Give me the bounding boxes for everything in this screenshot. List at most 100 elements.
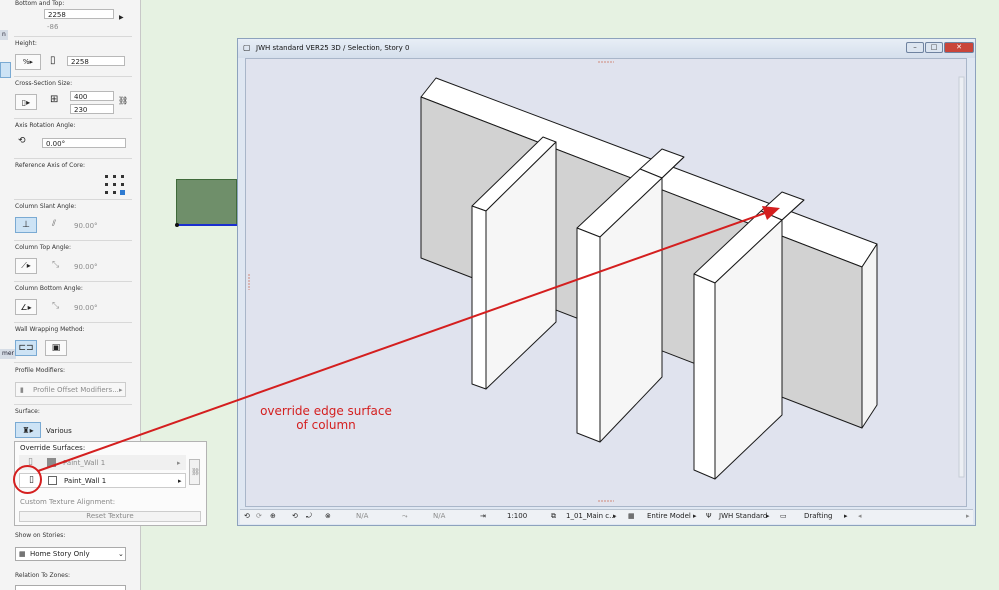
chevron-right-icon: ▸ [177,459,181,467]
minimize-button[interactable]: – [906,42,924,53]
relation-zones-select[interactable] [15,585,126,590]
top-angle-mode-button[interactable]: ⟋▸ [15,258,37,274]
chevron-right-icon[interactable]: ▸ [693,512,697,520]
profile-button-label: Profile Offset Modifiers... [33,386,119,394]
wrapping-label: Wall Wrapping Method: [15,326,85,333]
orbit-icon[interactable]: ⟲ [292,512,298,520]
rotation-icon: ⟲ [18,136,26,146]
height-label: Height: [15,40,37,47]
height-mode-button[interactable]: %▸ [15,54,41,70]
top-angle-label: Column Top Angle: [15,244,72,251]
bottom-top-sub: -86 [47,23,59,31]
scroll-left-icon[interactable]: ◂ [858,512,862,520]
undo-icon[interactable]: ⟲ [244,512,250,520]
reference-axis-label: Reference Axis of Core: [15,162,86,169]
profile-icon: ▮ [20,386,24,394]
bottom-angle-dim-icon: ⤡ [52,301,60,311]
side-selector[interactable] [0,62,11,78]
window-title: JWH standard VER25 3D / Selection, Story… [256,44,410,52]
paint-bucket-icon: ♜▸ [22,425,34,435]
redo-view-icon[interactable]: ⤳ [402,512,408,521]
show-on-stories-value: Home Story Only [30,550,90,558]
annotation-text: override edge surface of column [240,404,412,432]
chevron-right-icon: ▸ [178,477,182,485]
fin1-side-face [471,205,487,390]
cross-height-field[interactable]: 230 [70,104,114,114]
reference-axis-grid[interactable] [104,174,126,196]
override-row-2[interactable]: ▯ Paint_Wall 1 ▸ [19,473,186,488]
cross-section-shape-button[interactable]: ▯▸ [15,94,37,110]
axis-rotation-field[interactable]: 0.00° [42,138,126,148]
zoom-in-icon[interactable]: ⊕ [270,512,276,520]
override-row-2-label: Paint_Wall 1 [64,477,107,485]
chevron-right-icon[interactable]: ▶ [119,14,124,21]
close-button[interactable]: ✕ [944,42,974,53]
maximize-button[interactable]: □ [925,42,943,53]
profile-label: Profile Modifiers: [15,367,65,374]
model-view[interactable]: Entire Model [647,512,691,520]
bottom-angle-value: 90.00° [74,304,98,312]
layer-combination[interactable]: 1_01_Main c... [566,512,616,520]
upright-column-button[interactable]: ⊥ [15,217,37,233]
height-field[interactable]: 2258 [67,56,125,66]
slanted-column-icon[interactable]: ⫽ [52,219,56,229]
rectangle-icon: ▯▸ [21,97,31,107]
override-row-1[interactable]: ▯ Paint_Wall 1 ▸ [19,455,186,470]
bottom-angle-mode-button[interactable]: ∠▸ [15,299,37,315]
pen-set-icon: Ψ [706,512,712,520]
model-view-icon: ▦ [628,512,635,520]
wall-end-face [861,243,878,429]
drafting-icon: ▭ [780,512,787,520]
bottom-top-field[interactable]: 2258 [44,9,114,19]
layer-icon: ⧉ [551,512,556,520]
panel-tab-n[interactable]: n [0,30,8,40]
fin2-side-face [576,227,601,443]
override-row-1-label: Paint_Wall 1 [63,459,106,467]
slant-angle-value: 90.00° [74,222,98,230]
axis-rotation-label: Axis Rotation Angle: [15,122,76,129]
top-angle-icon: ⟋▸ [21,261,31,270]
panel-tab-mer[interactable]: mer [0,349,17,359]
rotate-icon[interactable]: ⤾ [306,512,312,521]
surface-button[interactable]: ♜▸ [15,422,41,438]
surface-value: Various [46,427,72,435]
upright-column-icon: ⊥ [22,220,30,230]
link-surfaces-button[interactable]: ⛓ [189,459,200,485]
reset-texture-label: Reset Texture [86,512,134,520]
surface-swatch-white [48,476,57,485]
plan-column-element[interactable] [176,179,237,225]
show-on-stories-label: Show on Stories: [15,532,66,539]
show-on-stories-select[interactable]: ▦ Home Story Only ⌄ [15,547,126,561]
pen-set[interactable]: JWH Standard [719,512,767,520]
chevron-right-icon[interactable]: ▸ [844,512,848,520]
wrap-veneer-icon: ▣ [51,343,61,353]
override-surfaces-popup: Override Surfaces: ▯ Paint_Wall 1 ▸ ▯ Pa… [14,441,207,526]
fin3-side-face [693,273,716,480]
wrap-core-button[interactable]: ⊏⊐ [15,340,37,356]
scale-icon[interactable]: ⇥ [480,512,486,520]
drafting-mode[interactable]: Drafting [804,512,832,520]
scroll-right-icon[interactable]: ▸ [966,512,970,520]
chevron-right-icon[interactable]: ▸ [766,512,770,520]
reset-texture-button[interactable]: Reset Texture [19,511,201,522]
cross-width-field[interactable]: 400 [70,91,114,101]
annotation-line-2: of column [296,418,356,432]
redo-icon[interactable]: ⟳ [256,512,262,520]
slant-angle-label: Column Slant Angle: [15,203,77,210]
column-height-icon: ▯ [50,55,56,66]
chain-link-icon: ⛓ [191,468,200,476]
wrap-veneer-button[interactable]: ▣ [45,340,67,356]
window-titlebar[interactable]: ▢ JWH standard VER25 3D / Selection, Sto… [238,39,975,58]
zoom-icon[interactable]: ⊗ [325,512,331,520]
plan-node [175,223,179,227]
anchor-grid-icon [105,175,125,195]
highlight-circle [13,465,42,494]
annotation-line-1: override edge surface [260,404,392,418]
3d-viewport[interactable] [245,58,967,507]
override-surfaces-title: Override Surfaces: [20,444,86,452]
status-bar: ⟲ ⟳ ⊕ ⟲ ⤾ ⊗ N/A ⤳ N/A ⇥ 1:100 ⧉ 1_01_Mai… [240,509,973,524]
scale-value[interactable]: 1:100 [507,512,527,520]
profile-modifiers-button[interactable]: ▮ Profile Offset Modifiers... ▸ [15,382,126,397]
link-icon[interactable]: ⛓ [118,96,128,105]
chevron-right-icon[interactable]: ▸ [613,512,617,520]
